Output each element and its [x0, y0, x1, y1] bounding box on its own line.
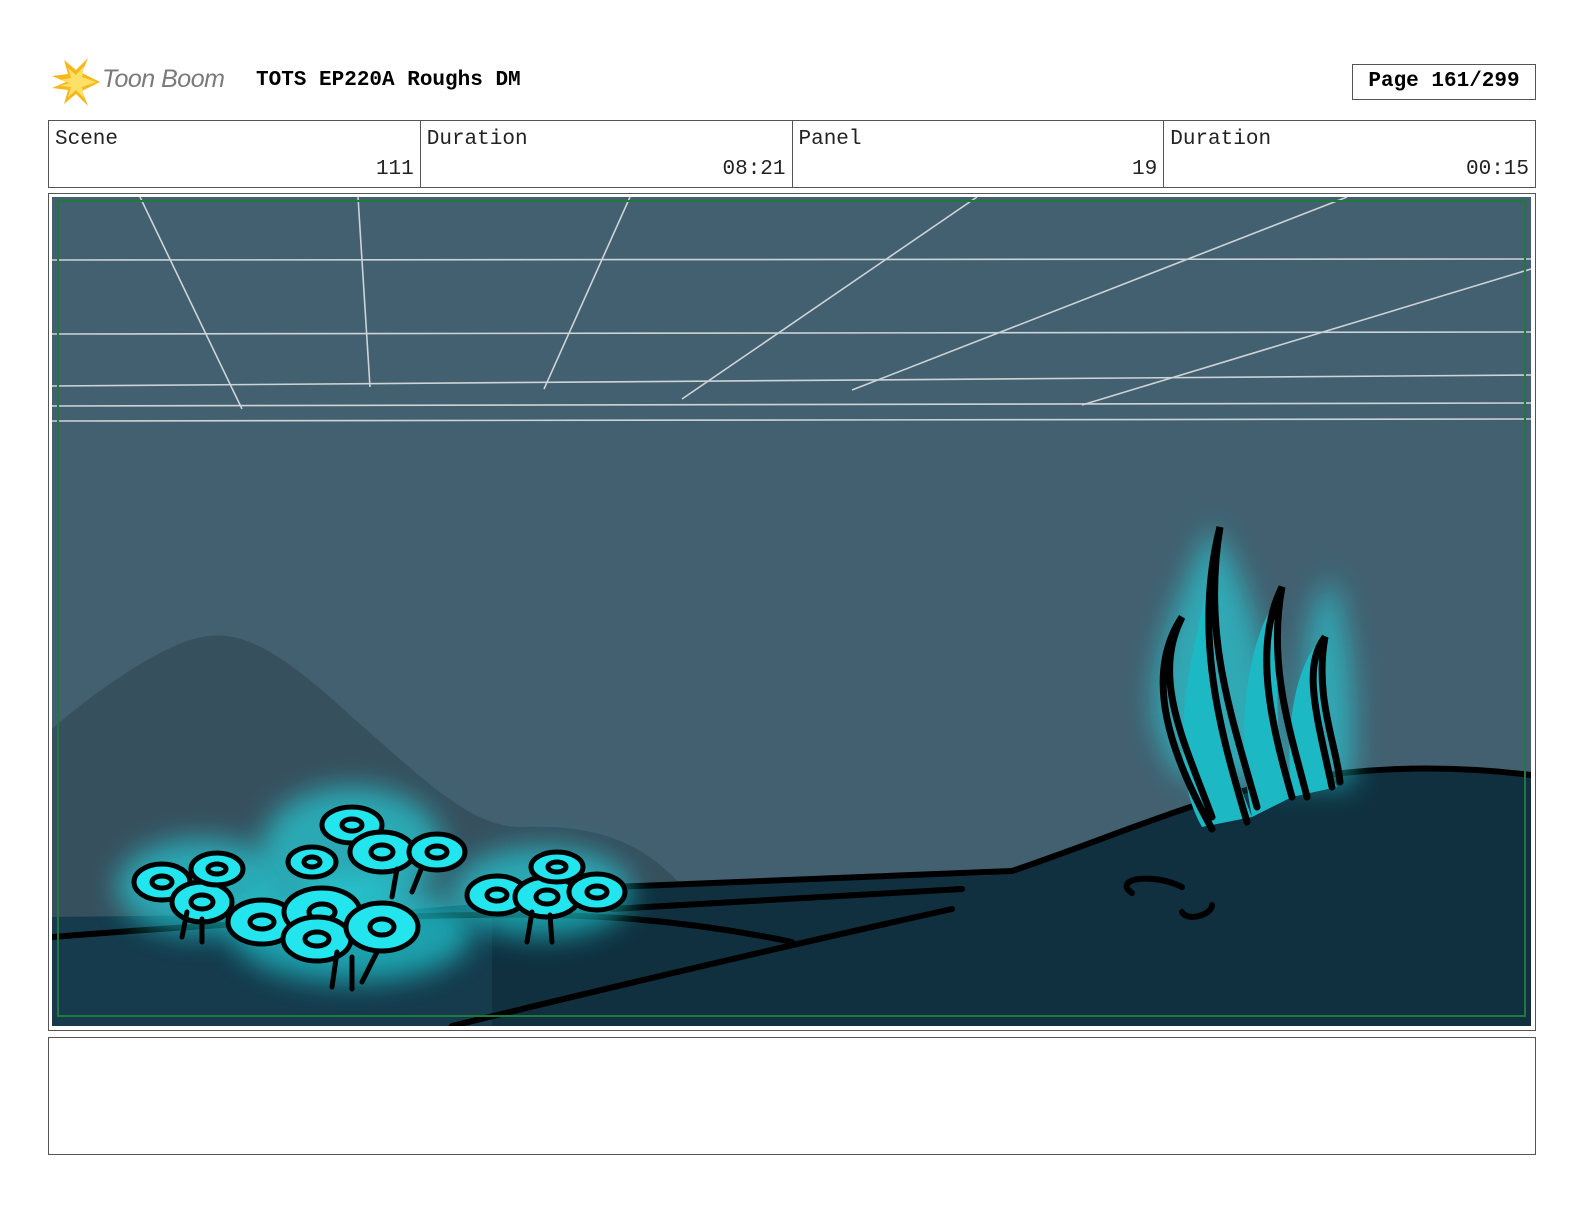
panel-value: 19	[1132, 158, 1158, 181]
panel-duration-label: Duration	[1170, 128, 1272, 151]
storyboard-panel	[48, 193, 1536, 1031]
logo-text: Toon Boom	[102, 65, 225, 93]
starburst-icon	[52, 58, 100, 106]
scene-duration-value: 08:21	[722, 158, 786, 181]
document-title: TOTS EP220A Roughs DM	[256, 69, 521, 92]
scene-duration-cell: Duration 08:21	[421, 121, 793, 187]
page-indicator: Page 161/299	[1352, 64, 1536, 100]
scene-duration-label: Duration	[426, 128, 528, 151]
scene-info-table: Scene 111 Duration 08:21 Panel 19 Durati…	[48, 120, 1536, 188]
panel-cell: Panel 19	[793, 121, 1165, 187]
scene-cell: Scene 111	[49, 121, 421, 187]
panel-drawing	[52, 197, 1531, 1026]
panel-duration-cell: Duration 00:15	[1164, 121, 1535, 187]
panel-label: Panel	[798, 128, 862, 151]
toon-boom-logo: Toon Boom	[52, 56, 242, 108]
panel-duration-value: 00:15	[1465, 158, 1529, 181]
scene-label: Scene	[55, 128, 119, 151]
scene-value: 111	[375, 158, 414, 181]
panel-notes-box	[48, 1037, 1536, 1155]
